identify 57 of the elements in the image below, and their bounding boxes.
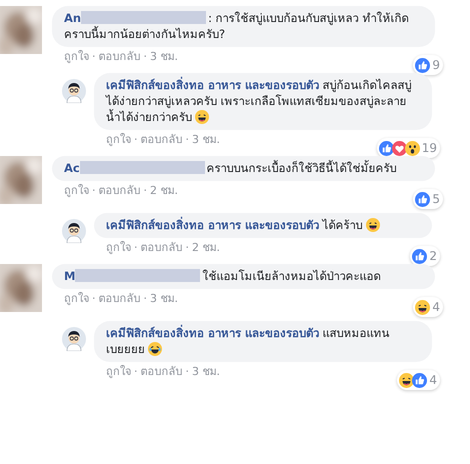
- reaction-summary[interactable]: 4: [397, 370, 440, 390]
- separator-dot: ·: [186, 241, 189, 255]
- reply-link[interactable]: ตอบกลับ: [140, 133, 182, 147]
- comment-text: เคมีฟิสิกส์ของสิ่งทอ อาหาร และของรอบตัว สบู่ก้อนเกิดไคลสบู่ได้ง่ายกว่าสบู่เหลวครับ เพราะเกลือโพแทสเซียมของสบู่ละลายน้ำได้ง่ายกว่าครับ: [106, 77, 413, 125]
- reaction-summary[interactable]: 4: [413, 297, 443, 317]
- like-link[interactable]: ถูกใจ: [106, 365, 131, 379]
- separator-dot: ·: [186, 365, 189, 379]
- timestamp: 3 ชม.: [150, 292, 178, 306]
- reply-link[interactable]: ตอบกลับ: [98, 184, 140, 198]
- author-link[interactable]: เคมีฟิสิกส์ของสิ่งทอ อาหาร และของรอบตัว: [106, 326, 320, 340]
- like-link[interactable]: ถูกใจ: [106, 133, 131, 147]
- like-link[interactable]: ถูกใจ: [64, 292, 89, 306]
- separator-dot: ·: [144, 292, 147, 306]
- comment-text: M ใช้แอมโมเนียล้างหมอได้ป่าวคะแอด: [64, 268, 382, 284]
- reply-link[interactable]: ตอบกลับ: [140, 241, 182, 255]
- reaction-summary[interactable]: 2: [410, 246, 440, 266]
- timestamp: 2 ชม.: [150, 184, 178, 198]
- author-link[interactable]: เคมีฟิสิกส์ของสิ่งทอ อาหาร และของรอบตัว: [106, 218, 320, 232]
- author-link[interactable]: M: [64, 269, 76, 283]
- like-link[interactable]: ถูกใจ: [64, 184, 89, 198]
- separator-dot: ·: [186, 133, 189, 147]
- like-link[interactable]: ถูกใจ: [106, 241, 131, 255]
- separator-dot: ·: [134, 241, 138, 255]
- reply-link[interactable]: ตอบกลับ: [140, 365, 182, 379]
- timestamp: 2 ชม.: [192, 241, 220, 255]
- reaction-count: 4: [429, 372, 437, 389]
- avatar-icon[interactable]: [62, 327, 86, 351]
- comment-text: เคมีฟิสิกส์ของสิ่งทอ อาหาร และของรอบตัว แสบหมอแทนเบยยยย: [106, 325, 391, 357]
- separator-dot: ·: [134, 133, 138, 147]
- avatar-icon[interactable]: [62, 79, 86, 103]
- reaction-summary[interactable]: 9: [413, 55, 443, 75]
- reaction-summary[interactable]: 5: [413, 189, 443, 209]
- comment-text: เคมีฟิสิกส์ของสิ่งทอ อาหาร และของรอบตัว ได้คร้าบ: [106, 217, 420, 233]
- timestamp: 3 ชม.: [192, 133, 220, 147]
- author-link[interactable]: เคมีฟิสิกส์ของสิ่งทอ อาหาร และของรอบตัว: [106, 78, 320, 92]
- reply-link[interactable]: ตอบกลับ: [98, 292, 140, 306]
- timestamp: 3 ชม.: [192, 365, 220, 379]
- reply-link[interactable]: ตอบกลับ: [98, 50, 140, 64]
- like-link[interactable]: ถูกใจ: [64, 50, 89, 64]
- comment-text: Ac คราบบนกระเบื้องก็ใช้วิธีนี้ได้ใช่มั้ยครับ: [64, 160, 398, 176]
- reaction-count: 2: [429, 248, 437, 265]
- reaction-count: 9: [432, 57, 440, 74]
- separator-dot: ·: [92, 184, 96, 198]
- separator-dot: ·: [144, 184, 147, 198]
- reaction-count: 19: [422, 140, 437, 157]
- timestamp: 3 ชม.: [150, 50, 178, 64]
- avatar-icon[interactable]: [62, 219, 86, 243]
- separator-dot: ·: [92, 292, 96, 306]
- reaction-summary[interactable]: 19: [376, 138, 440, 158]
- reaction-count: 4: [432, 299, 440, 316]
- author-link[interactable]: Ac: [64, 161, 80, 175]
- separator-dot: ·: [92, 50, 96, 64]
- reaction-count: 5: [432, 191, 440, 208]
- separator-dot: ·: [134, 365, 138, 379]
- author-link[interactable]: An: [64, 11, 82, 25]
- separator-dot: ·: [144, 50, 147, 64]
- comment-text: An : การใช้สบู่แบบก้อนกับสบู่เหลว ทำให้เกิดคราบนี้มากน้อยต่างกันไหมครับ?: [64, 10, 410, 42]
